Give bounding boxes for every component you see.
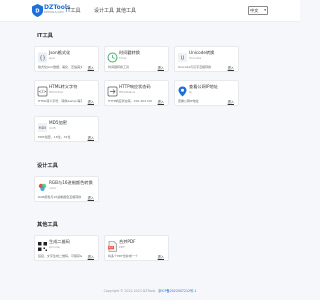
icp-link[interactable]: 京ICP备2022007212号-1	[158, 289, 196, 293]
svg-text:D: D	[35, 9, 39, 15]
enter-link[interactable]: 进入	[88, 135, 94, 140]
tool-card-md5[interactable]: MD5 MD5加密 md5 MD5加密，16位，32位 进入	[34, 116, 99, 142]
svg-text:U: U	[181, 56, 185, 62]
clock-icon	[107, 52, 118, 63]
tool-card-unicode[interactable]: U Unicode转换 Unicode Unicode与汉字互相转换 进入	[174, 46, 239, 72]
tool-desc: 时间戳转换工具	[108, 65, 130, 69]
tool-subtitle: md5	[49, 125, 56, 130]
svg-text:MD5: MD5	[39, 126, 47, 130]
tool-card-color[interactable]: RGB与16进制颜色转换 color RGB颜色与16进制颜色互相转换 进入	[34, 176, 99, 202]
tool-desc: Unicode与汉字互相转换	[178, 65, 212, 69]
enter-link[interactable]: 进入	[158, 65, 164, 70]
nav-item-design-tools[interactable]: 设计工具	[94, 7, 114, 14]
enter-link[interactable]: 进入	[88, 254, 94, 259]
site-logo[interactable]: D DZTools DZTOOLS.COM	[32, 4, 71, 17]
tool-subtitle: PDF	[119, 244, 125, 249]
tool-subtitle: Json	[49, 55, 56, 60]
section-title-design-tools: 设计工具	[37, 163, 58, 169]
json-icon: {}	[38, 52, 47, 63]
logo-shield-icon: D	[32, 4, 43, 17]
section-title-it-tools: IT工具	[37, 33, 53, 39]
tool-subtitle: Qrcode	[49, 244, 60, 249]
logo-subtext: DZTOOLS.COM	[44, 11, 64, 14]
http-icon	[107, 86, 118, 97]
section-title-other-tools: 其他工具	[37, 222, 58, 228]
tool-desc: 查看公网IP地址	[178, 99, 199, 103]
enter-link[interactable]: 进入	[158, 99, 164, 104]
unicode-icon: U	[178, 53, 187, 62]
enter-link[interactable]: 进入	[88, 99, 94, 104]
tool-subtitle: Ip	[189, 89, 192, 94]
html-icon: </>	[37, 86, 48, 97]
tool-title: 查看公网IP地址	[189, 84, 218, 89]
language-value: 中文	[250, 8, 259, 13]
qrcode-icon	[38, 242, 47, 251]
copyright-text: Copyright © 2022-2023 DZTools	[103, 289, 156, 293]
tool-card-json[interactable]: {} Json格式化 Json 格式化Json数据，美化、压缩其文本 进入	[34, 46, 99, 72]
tool-subtitle: color	[49, 185, 57, 190]
nav-item-it-tools[interactable]: IT工具	[66, 7, 81, 14]
enter-link[interactable]: 进入	[158, 254, 164, 259]
tool-subtitle: Time	[119, 55, 127, 60]
tool-desc: HTML转义字符、转换&amp;等字符	[38, 99, 82, 103]
tool-desc: 格式化Json数据，美化、压缩其文本	[38, 65, 82, 69]
tool-desc: MD5加密，16位，32位	[38, 135, 71, 139]
tool-card-ip[interactable]: 查看公网IP地址 Ip 查看公网IP地址 进入	[174, 80, 239, 106]
tool-card-pdf[interactable]: PDF 合并PDF PDF 将多个PDF合并成一个 进入	[104, 235, 169, 261]
tool-subtitle: HttpStatus	[119, 89, 136, 94]
location-icon	[178, 86, 187, 97]
enter-link[interactable]: 进入	[228, 65, 234, 70]
svg-text:PDF: PDF	[109, 247, 114, 250]
svg-text:{}: {}	[39, 56, 45, 62]
tool-subtitle: Unicode	[189, 55, 202, 60]
chevron-down-icon: ▾	[264, 8, 266, 12]
enter-link[interactable]: 进入	[228, 99, 234, 104]
tool-desc: 将多个PDF合并成一个	[108, 254, 138, 258]
svg-text:</>: </>	[38, 89, 46, 94]
enter-link[interactable]: 进入	[88, 195, 94, 200]
top-header: D DZTools DZTOOLS.COM IT工具 设计工具 其他工具 中文 …	[0, 0, 300, 22]
color-icon	[38, 183, 47, 191]
tool-card-http-status[interactable]: HTTP响应状态码 HttpStatus HTTP响应状态码、200 404 5…	[104, 80, 169, 106]
tool-card-time[interactable]: 时间戳转换 Time 时间戳转换工具 进入	[104, 46, 169, 72]
tool-card-html-char[interactable]: </> HTML转义字符 HtmlChar HTML转义字符、转换&amp;等字…	[34, 80, 99, 106]
pdf-icon: PDF	[108, 241, 117, 252]
tool-card-qrcode[interactable]: 生成二维码 Qrcode 链接、文字生成二维码，可保存&下载 进入	[34, 235, 99, 261]
nav-item-other-tools[interactable]: 其他工具	[116, 7, 136, 14]
tool-desc: 链接、文字生成二维码，可保存&下载	[38, 254, 82, 258]
page-footer: Copyright © 2022-2023 DZTools 京ICP备20220…	[0, 288, 300, 293]
tool-desc: HTTP响应状态码、200 404 500	[108, 99, 152, 103]
enter-link[interactable]: 进入	[88, 65, 94, 70]
md5-icon: MD5	[38, 123, 47, 132]
language-select[interactable]: 中文 ▾	[248, 6, 268, 15]
tool-desc: RGB颜色与16进制颜色互相转换	[38, 195, 82, 199]
tool-subtitle: HtmlChar	[49, 89, 64, 94]
